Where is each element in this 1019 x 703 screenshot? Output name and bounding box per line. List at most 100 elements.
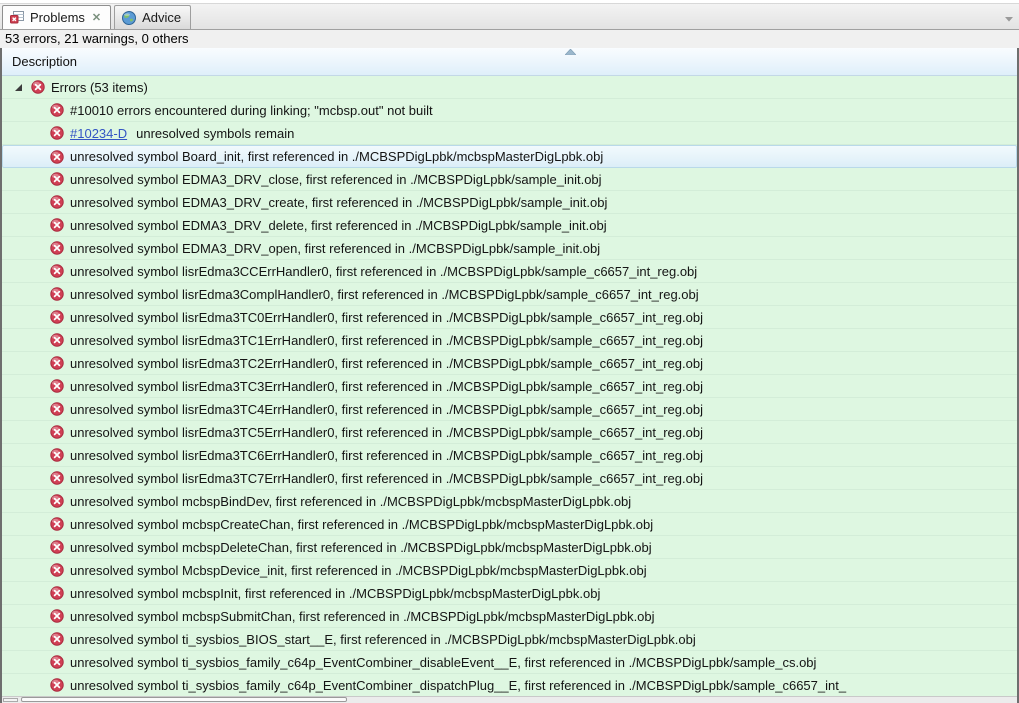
error-icon	[50, 149, 64, 164]
problem-row[interactable]: unresolved symbol mcbspInit, first refer…	[2, 582, 1017, 605]
close-icon[interactable]: ✕	[92, 11, 101, 24]
problem-row[interactable]: unresolved symbol lisrEdma3TC3ErrHandler…	[2, 375, 1017, 398]
problem-description: unresolved symbol EDMA3_DRV_close, first…	[70, 171, 602, 187]
error-icon	[50, 333, 64, 347]
tab-problems[interactable]: Problems ✕	[2, 5, 112, 29]
error-icon	[50, 310, 64, 324]
error-icon	[50, 471, 64, 485]
errors-group-label: Errors (53 items)	[51, 79, 148, 95]
problem-description: unresolved symbol mcbspInit, first refer…	[70, 585, 601, 601]
error-icon	[50, 126, 64, 140]
problem-row[interactable]: unresolved symbol lisrEdma3ComplHandler0…	[2, 283, 1017, 306]
errors-group-row[interactable]: Errors (53 items)	[2, 76, 1017, 99]
error-icon	[50, 218, 64, 232]
problem-description: unresolved symbol mcbspCreateChan, first…	[70, 516, 654, 532]
problem-row[interactable]: unresolved symbol mcbspCreateChan, first…	[2, 513, 1017, 536]
error-icon	[50, 655, 64, 669]
error-icon	[50, 402, 64, 416]
problem-row[interactable]: unresolved symbol lisrEdma3TC6ErrHandler…	[2, 444, 1017, 467]
problem-description: unresolved symbol lisrEdma3TC2ErrHandler…	[70, 355, 703, 371]
scrollbar-left-button[interactable]	[3, 698, 18, 702]
view-menu-icon[interactable]	[1004, 10, 1014, 28]
problem-row[interactable]: unresolved symbol lisrEdma3CCErrHandler0…	[2, 260, 1017, 283]
problem-row[interactable]: unresolved symbol lisrEdma3TC7ErrHandler…	[2, 467, 1017, 490]
expand-twisty-icon[interactable]	[14, 83, 23, 92]
column-header-label: Description	[12, 54, 78, 69]
tab-advice[interactable]: Advice	[114, 5, 192, 29]
problem-row[interactable]: unresolved symbol lisrEdma3TC4ErrHandler…	[2, 398, 1017, 421]
problem-row[interactable]: unresolved symbol ti_sysbios_BIOS_start_…	[2, 628, 1017, 651]
problem-description: unresolved symbol EDMA3_DRV_delete, firs…	[70, 217, 607, 233]
problem-row[interactable]: unresolved symbol lisrEdma3TC1ErrHandler…	[2, 329, 1017, 352]
problem-row[interactable]: #10010 errors encountered during linking…	[2, 99, 1017, 122]
problem-row[interactable]: unresolved symbol lisrEdma3TC5ErrHandler…	[2, 421, 1017, 444]
error-icon	[50, 563, 64, 577]
problem-description: unresolved symbol ti_sysbios_family_c64p…	[70, 654, 817, 670]
problem-description: unresolved symbol mcbspDeleteChan, first…	[70, 539, 652, 555]
error-icon	[50, 632, 64, 646]
problem-row[interactable]: #10234-D unresolved symbols remain	[2, 122, 1017, 145]
problem-description: unresolved symbol EDMA3_DRV_create, firs…	[70, 194, 608, 210]
problem-row[interactable]: unresolved symbol EDMA3_DRV_open, first …	[2, 237, 1017, 260]
problem-row[interactable]: unresolved symbol EDMA3_DRV_close, first…	[2, 168, 1017, 191]
summary-bar: 53 errors, 21 warnings, 0 others	[0, 30, 1019, 49]
problem-description: unresolved symbol lisrEdma3TC1ErrHandler…	[70, 332, 703, 348]
error-icon	[50, 195, 64, 209]
error-icon	[31, 80, 45, 94]
problem-description: unresolved symbol lisrEdma3TC6ErrHandler…	[70, 447, 703, 463]
tab-advice-label: Advice	[142, 10, 182, 25]
problem-row[interactable]: unresolved symbol mcbspSubmitChan, first…	[2, 605, 1017, 628]
horizontal-scrollbar[interactable]	[2, 696, 1017, 703]
problem-description: unresolved symbol mcbspBindDev, first re…	[70, 493, 632, 509]
error-icon	[50, 241, 64, 255]
problem-description: unresolved symbol lisrEdma3ComplHandler0…	[70, 286, 699, 302]
globe-icon	[121, 10, 137, 26]
problem-description: unresolved symbol McbspDevice_init, firs…	[70, 562, 647, 578]
problem-description: unresolved symbols remain	[136, 125, 295, 141]
error-icon	[50, 287, 64, 301]
problem-row[interactable]: unresolved symbol ti_sysbios_family_c64p…	[2, 674, 1017, 696]
error-icon	[50, 172, 64, 186]
problem-row[interactable]: unresolved symbol EDMA3_DRV_create, firs…	[2, 191, 1017, 214]
error-icon	[50, 609, 64, 623]
problem-description: unresolved symbol lisrEdma3TC4ErrHandler…	[70, 401, 703, 417]
error-icon	[50, 425, 64, 439]
problem-row[interactable]: unresolved symbol McbspDevice_init, firs…	[2, 559, 1017, 582]
problem-description: unresolved symbol lisrEdma3TC3ErrHandler…	[70, 378, 703, 394]
problem-row[interactable]: unresolved symbol lisrEdma3TC2ErrHandler…	[2, 352, 1017, 375]
view-tabbar: Problems ✕ Advice	[0, 3, 1019, 30]
error-icon	[50, 356, 64, 370]
error-icon	[50, 448, 64, 462]
problem-row[interactable]: unresolved symbol Board_init, first refe…	[2, 145, 1017, 168]
error-icon	[50, 586, 64, 600]
error-icon	[50, 540, 64, 554]
problem-description: unresolved symbol ti_sysbios_BIOS_start_…	[70, 631, 696, 647]
problem-description: #10010 errors encountered during linking…	[70, 102, 433, 118]
problems-panel: Description Errors (53 items) #10010 erro…	[0, 48, 1019, 703]
problem-row[interactable]: unresolved symbol mcbspDeleteChan, first…	[2, 536, 1017, 559]
scrollbar-thumb[interactable]	[21, 697, 347, 702]
error-icon	[50, 678, 64, 692]
problem-row[interactable]: unresolved symbol mcbspBindDev, first re…	[2, 490, 1017, 513]
problem-description: unresolved symbol mcbspSubmitChan, first…	[70, 608, 655, 624]
problem-description: unresolved symbol lisrEdma3CCErrHandler0…	[70, 263, 698, 279]
problems-tree: Errors (53 items) #10010 errors encounter…	[2, 76, 1017, 696]
error-id-link[interactable]: #10234-D	[70, 126, 127, 141]
error-icon	[50, 264, 64, 278]
sort-ascending-icon	[564, 48, 577, 56]
problem-row[interactable]: unresolved symbol lisrEdma3TC0ErrHandler…	[2, 306, 1017, 329]
problem-description: unresolved symbol Board_init, first refe…	[70, 149, 604, 164]
problem-description: unresolved symbol lisrEdma3TC0ErrHandler…	[70, 309, 703, 325]
problem-description: unresolved symbol EDMA3_DRV_open, first …	[70, 240, 601, 256]
error-icon	[50, 517, 64, 531]
tab-problems-label: Problems	[30, 10, 85, 25]
error-icon	[50, 494, 64, 508]
column-header-description[interactable]: Description	[2, 48, 1017, 76]
problem-row[interactable]: unresolved symbol ti_sysbios_family_c64p…	[2, 651, 1017, 674]
error-icon	[50, 379, 64, 393]
problems-icon	[9, 10, 25, 26]
problem-row[interactable]: unresolved symbol EDMA3_DRV_delete, firs…	[2, 214, 1017, 237]
problem-description: unresolved symbol lisrEdma3TC7ErrHandler…	[70, 470, 703, 486]
problem-description: unresolved symbol lisrEdma3TC5ErrHandler…	[70, 424, 703, 440]
error-icon	[50, 103, 64, 117]
